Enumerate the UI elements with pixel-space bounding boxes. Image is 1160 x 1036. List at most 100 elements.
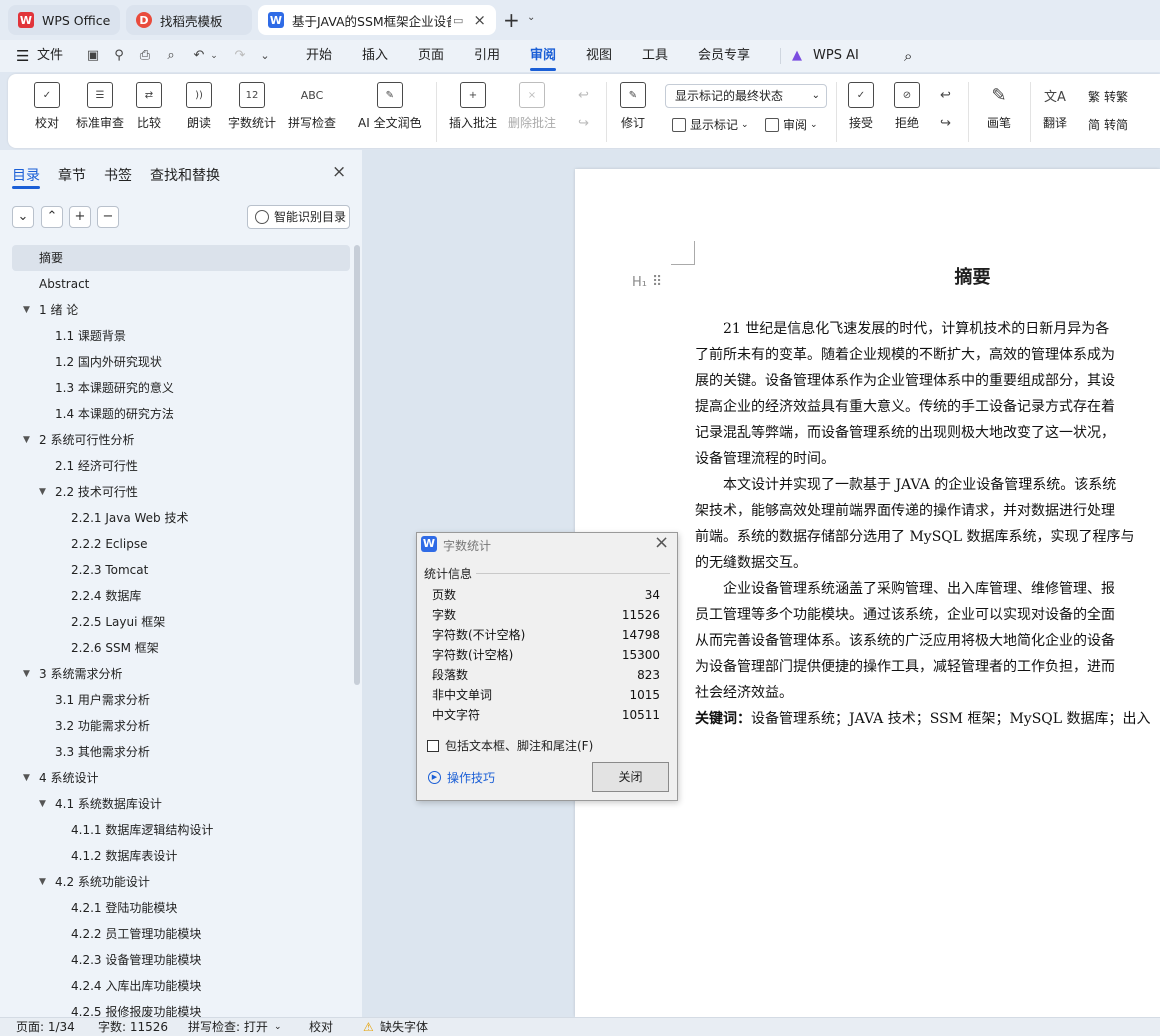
print-preview-icon[interactable]: ⌕ bbox=[163, 48, 179, 64]
standard-review-button[interactable]: ☰ 标准审查 bbox=[76, 82, 124, 131]
toc-item[interactable]: 2.2.3 Tomcat bbox=[71, 557, 148, 583]
toc-item[interactable]: ▼ 1 绪 论 bbox=[23, 297, 78, 323]
menu-member[interactable]: 会员专享 bbox=[698, 40, 750, 72]
proofread-status[interactable]: 校对 bbox=[309, 1018, 333, 1036]
tips-link[interactable]: ▶ 操作技巧 bbox=[428, 769, 495, 786]
tab-toc[interactable]: 目录 bbox=[12, 165, 40, 185]
tab-wps-office[interactable]: W WPS Office bbox=[8, 5, 120, 35]
undo-dropdown-icon[interactable]: ⌄ bbox=[206, 48, 222, 64]
tab-find-replace[interactable]: 查找和替换 bbox=[150, 165, 220, 185]
save-icon[interactable]: ▣ bbox=[85, 48, 101, 64]
spell-check-button[interactable]: ABC 拼写检查 bbox=[288, 82, 336, 131]
toc-item[interactable]: ▼ 4.2 系统功能设计 bbox=[39, 869, 150, 895]
menu-page[interactable]: 页面 bbox=[418, 40, 444, 72]
search-icon[interactable]: ⌕ bbox=[904, 40, 912, 72]
toc-item[interactable]: 3.1 用户需求分析 bbox=[55, 687, 150, 713]
compare-button[interactable]: ⇄ 比较 bbox=[136, 82, 162, 131]
previous-change-icon[interactable]: ↩ bbox=[940, 88, 951, 103]
word-count-indicator[interactable]: 字数: 11526 bbox=[98, 1018, 168, 1036]
toc-item[interactable]: 3.3 其他需求分析 bbox=[55, 739, 150, 765]
include-textbox-checkbox[interactable]: 包括文本框、脚注和尾注(F) bbox=[427, 737, 593, 754]
close-tab-icon[interactable]: × bbox=[473, 11, 486, 29]
toc-item[interactable]: 1.3 本课题研究的意义 bbox=[55, 375, 174, 401]
word-count-button[interactable]: 12 字数统计 bbox=[228, 82, 276, 131]
tab-document[interactable]: W 基于JAVA的SSM框架企业设备 ▭ × bbox=[258, 5, 496, 35]
more-chevron-icon[interactable]: ⌄ bbox=[257, 48, 273, 64]
toc-item[interactable]: 4.1.1 数据库逻辑结构设计 bbox=[71, 817, 213, 843]
window-icon[interactable]: ▭ bbox=[453, 14, 463, 27]
expand-triangle-icon[interactable]: ▼ bbox=[39, 869, 46, 895]
close-icon[interactable]: × bbox=[654, 532, 669, 553]
menu-insert[interactable]: 插入 bbox=[362, 40, 388, 72]
toc-item[interactable]: 2.2.4 数据库 bbox=[71, 583, 141, 609]
toc-item[interactable]: 1.1 课题背景 bbox=[55, 323, 126, 349]
toc-item[interactable]: 2.1 经济可行性 bbox=[55, 453, 138, 479]
toc-item[interactable]: 4.2.2 员工管理功能模块 bbox=[71, 921, 201, 947]
track-changes-button[interactable]: ✎ 修订 bbox=[620, 82, 646, 131]
accept-button[interactable]: ✓ 接受 bbox=[848, 82, 874, 131]
close-panel-icon[interactable]: × bbox=[332, 162, 346, 182]
close-button[interactable]: 关闭 bbox=[592, 762, 669, 792]
print-icon[interactable]: ⎙ bbox=[137, 48, 153, 64]
undo-icon[interactable]: ↶ bbox=[191, 48, 207, 64]
smart-toc-button[interactable]: 智能识别目录 bbox=[247, 205, 350, 229]
menu-file[interactable]: 文件 bbox=[37, 40, 63, 72]
review-pane-button[interactable]: 审阅 ⌄ bbox=[765, 116, 818, 133]
toc-scrollbar[interactable] bbox=[354, 245, 360, 685]
expand-triangle-icon[interactable]: ▼ bbox=[39, 791, 46, 817]
toc-item[interactable]: 4.2.4 入库出库功能模块 bbox=[71, 973, 201, 999]
toc-item[interactable]: 2.2.1 Java Web 技术 bbox=[71, 505, 189, 531]
chevron-down-icon[interactable]: ⌄ bbox=[527, 12, 535, 23]
menu-home[interactable]: 开始 bbox=[306, 40, 332, 72]
toc-item[interactable]: 2.2.6 SSM 框架 bbox=[71, 635, 159, 661]
markup-display-select[interactable]: 显示标记的最终状态 ⌄ bbox=[665, 84, 827, 108]
toc-item[interactable]: 4.2.5 报修报废功能模块 bbox=[71, 999, 201, 1017]
toc-item[interactable]: 1.4 本课题的研究方法 bbox=[55, 401, 174, 427]
toc-item[interactable]: 4.2.1 登陆功能模块 bbox=[71, 895, 177, 921]
toc-item[interactable]: 1.2 国内外研究现状 bbox=[55, 349, 162, 375]
hamburger-icon[interactable]: ☰ bbox=[16, 40, 29, 72]
expand-triangle-icon[interactable]: ▼ bbox=[23, 765, 30, 791]
menu-wps-ai[interactable]: WPS AI bbox=[813, 40, 859, 72]
expand-triangle-icon[interactable]: ▼ bbox=[39, 479, 46, 505]
expand-triangle-icon[interactable]: ▼ bbox=[23, 427, 30, 453]
heading-level-icon[interactable]: H₁ bbox=[632, 275, 647, 290]
proofread-button[interactable]: ✓ 校对 bbox=[34, 82, 60, 131]
drag-handle-icon[interactable]: ⠿ bbox=[652, 274, 662, 290]
menu-reference[interactable]: 引用 bbox=[474, 40, 500, 72]
tab-docer[interactable]: D 找稻壳模板 bbox=[126, 5, 252, 35]
tab-bookmarks[interactable]: 书签 bbox=[104, 165, 132, 185]
missing-font-status[interactable]: 缺失字体 bbox=[380, 1018, 428, 1036]
previous-comment-icon[interactable]: ↩ bbox=[578, 88, 589, 103]
redo-icon[interactable]: ↷ bbox=[232, 48, 248, 64]
next-comment-icon[interactable]: ↪ bbox=[578, 116, 589, 131]
to-simplified-button[interactable]: 简转简 bbox=[1088, 116, 1128, 133]
move-up-icon[interactable]: ⌃ bbox=[41, 206, 63, 228]
menu-view[interactable]: 视图 bbox=[586, 40, 612, 72]
new-tab-icon[interactable]: + bbox=[503, 8, 520, 32]
toc-item[interactable]: ▼ 3 系统需求分析 bbox=[23, 661, 122, 687]
delete-comment-button[interactable]: × 删除批注 bbox=[508, 82, 556, 131]
ink-button[interactable]: ✎ 画笔 bbox=[986, 82, 1012, 131]
toc-item[interactable]: ▼ 2 系统可行性分析 bbox=[23, 427, 134, 453]
toc-item[interactable]: ▼ 4.1 系统数据库设计 bbox=[39, 791, 162, 817]
expand-triangle-icon[interactable]: ▼ bbox=[23, 297, 30, 323]
tab-chapters[interactable]: 章节 bbox=[58, 165, 86, 185]
show-markup-button[interactable]: 显示标记 ⌄ bbox=[672, 116, 749, 133]
reject-button[interactable]: ⊘ 拒绝 bbox=[894, 82, 920, 131]
translate-button[interactable]: 文A 翻译 bbox=[1042, 82, 1068, 131]
menu-tools[interactable]: 工具 bbox=[642, 40, 668, 72]
toc-item[interactable]: ▼ 2.2 技术可行性 bbox=[39, 479, 138, 505]
page-indicator[interactable]: 页面: 1/34 bbox=[16, 1018, 75, 1036]
toc-item[interactable]: 4.1.2 数据库表设计 bbox=[71, 843, 177, 869]
toc-item[interactable]: 2.2.5 Layui 框架 bbox=[71, 609, 165, 635]
spell-check-toggle[interactable]: 拼写检查: 打开 bbox=[188, 1018, 268, 1036]
remove-level-icon[interactable]: − bbox=[97, 206, 119, 228]
expand-triangle-icon[interactable]: ▼ bbox=[23, 661, 30, 687]
toc-item[interactable]: ▼ 4 系统设计 bbox=[23, 765, 98, 791]
add-level-icon[interactable]: + bbox=[69, 206, 91, 228]
read-aloud-button[interactable]: )) 朗读 bbox=[186, 82, 212, 131]
to-traditional-button[interactable]: 繁转繁 bbox=[1088, 88, 1128, 105]
next-change-icon[interactable]: ↪ bbox=[940, 116, 951, 131]
chevron-down-icon[interactable]: ⌄ bbox=[274, 1018, 282, 1036]
